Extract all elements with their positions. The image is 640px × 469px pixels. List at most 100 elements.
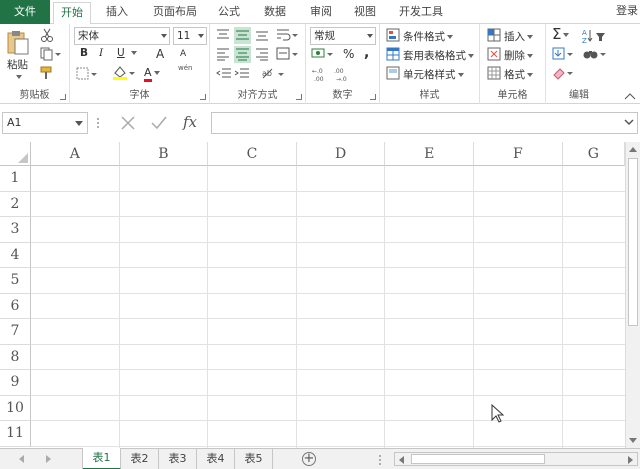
tab-page-layout[interactable]: 页面布局: [146, 0, 204, 24]
paste-icon[interactable]: [6, 30, 30, 56]
font-size-select[interactable]: 11: [173, 27, 207, 45]
sheet-tab-1[interactable]: 表1: [83, 448, 121, 469]
border-icon[interactable]: [76, 67, 98, 81]
tab-home[interactable]: 开始: [53, 2, 91, 25]
comma-button[interactable]: ,: [364, 45, 369, 61]
insert-cells-button[interactable]: 插入: [504, 29, 533, 44]
italic-button[interactable]: I: [99, 47, 103, 59]
grow-font-button[interactable]: A: [156, 47, 164, 61]
align-left-icon[interactable]: [216, 47, 230, 61]
row-header-2[interactable]: 2: [0, 191, 31, 217]
row-header-6[interactable]: 6: [0, 293, 31, 319]
row-header-1[interactable]: 1: [0, 166, 31, 192]
column-header-b[interactable]: B: [119, 142, 209, 166]
row-header-8[interactable]: 8: [0, 344, 31, 370]
clear-icon[interactable]: [552, 66, 574, 80]
font-launcher-icon[interactable]: [200, 94, 206, 100]
scroll-right-icon[interactable]: [628, 456, 634, 464]
clipboard-launcher-icon[interactable]: [60, 94, 66, 100]
conditional-format-icon[interactable]: [386, 28, 400, 42]
enter-icon[interactable]: [150, 115, 168, 131]
find-select-icon[interactable]: [582, 47, 606, 61]
cell-styles-icon[interactable]: [386, 66, 400, 80]
cancel-icon[interactable]: [120, 115, 136, 131]
cut-icon[interactable]: [40, 28, 54, 42]
column-header-d[interactable]: D: [296, 142, 386, 166]
tab-splitter-icon[interactable]: [378, 455, 382, 465]
format-painter-icon[interactable]: [40, 66, 54, 80]
name-box[interactable]: A1: [2, 112, 88, 134]
scroll-up-icon[interactable]: [629, 146, 637, 152]
paste-dropdown-icon[interactable]: [14, 71, 22, 83]
tab-insert[interactable]: 插入: [98, 0, 136, 24]
sheet-tab-2[interactable]: 表2: [121, 449, 159, 469]
format-cells-button[interactable]: 格式: [504, 67, 533, 82]
sheet-tab-4[interactable]: 表4: [197, 449, 235, 469]
login-link[interactable]: 登录: [616, 0, 640, 24]
column-header-f[interactable]: F: [474, 142, 563, 166]
delete-cells-button[interactable]: 删除: [504, 48, 533, 63]
align-top-icon[interactable]: [216, 28, 230, 42]
underline-button[interactable]: U: [117, 47, 125, 59]
orientation-icon[interactable]: ab: [260, 66, 284, 82]
column-header-g[interactable]: G: [562, 142, 625, 166]
font-name-select[interactable]: 宋体: [74, 27, 170, 45]
collapse-ribbon-icon[interactable]: [624, 92, 636, 100]
decrease-decimal-icon[interactable]: .00→.0: [334, 66, 352, 82]
sheet-tab-5[interactable]: 表5: [235, 449, 273, 469]
splitter-icon[interactable]: [96, 117, 100, 129]
tab-formulas[interactable]: 公式: [210, 0, 248, 24]
bold-button[interactable]: B: [80, 47, 88, 59]
align-middle-button[interactable]: [234, 27, 251, 44]
expand-formula-icon[interactable]: [624, 119, 634, 127]
tab-review[interactable]: 审阅: [302, 0, 340, 24]
cell-styles-button[interactable]: 单元格样式: [403, 67, 464, 82]
table-format-button[interactable]: 套用表格格式: [403, 48, 474, 63]
font-color-button[interactable]: A: [144, 66, 160, 82]
currency-icon[interactable]: [311, 47, 333, 61]
underline-dropdown-icon[interactable]: [129, 47, 137, 59]
tab-view[interactable]: 视图: [346, 0, 384, 24]
row-header-4[interactable]: 4: [0, 242, 31, 268]
number-launcher-icon[interactable]: [370, 94, 376, 100]
shrink-font-button[interactable]: A: [180, 49, 186, 59]
merge-center-icon[interactable]: [276, 47, 298, 61]
phonetic-button[interactable]: wén: [178, 64, 192, 72]
prev-sheet-icon[interactable]: [18, 455, 24, 463]
vertical-scroll-thumb[interactable]: [628, 158, 638, 326]
select-all-corner[interactable]: [0, 142, 31, 166]
tab-data[interactable]: 数据: [256, 0, 294, 24]
insert-function-button[interactable]: fx: [183, 113, 197, 131]
align-right-icon[interactable]: [255, 47, 269, 61]
horizontal-scrollbar[interactable]: [394, 452, 638, 466]
horizontal-scroll-thumb[interactable]: [411, 454, 545, 464]
add-sheet-button[interactable]: +: [302, 452, 316, 466]
percent-button[interactable]: %: [343, 47, 354, 61]
fill-color-icon[interactable]: [112, 65, 136, 81]
row-header-9[interactable]: 9: [0, 370, 31, 396]
wrap-text-icon[interactable]: [276, 28, 298, 42]
align-center-button[interactable]: [234, 46, 251, 63]
row-header-11[interactable]: 11: [0, 421, 31, 447]
vertical-scrollbar[interactable]: [625, 142, 640, 448]
cell-grid[interactable]: [31, 166, 625, 448]
copy-icon[interactable]: [40, 47, 62, 61]
row-header-7[interactable]: 7: [0, 319, 31, 345]
paste-button[interactable]: 粘贴: [7, 57, 28, 72]
autosum-button[interactable]: Σ: [552, 25, 570, 43]
next-sheet-icon[interactable]: [46, 455, 52, 463]
increase-indent-icon[interactable]: [234, 67, 250, 81]
table-format-icon[interactable]: [386, 47, 400, 61]
column-header-e[interactable]: E: [385, 142, 474, 166]
tab-developer[interactable]: 开发工具: [392, 0, 450, 24]
align-bottom-icon[interactable]: [255, 28, 269, 42]
scroll-left-icon[interactable]: [398, 456, 404, 464]
increase-decimal-icon[interactable]: ←.0.00: [312, 66, 330, 82]
insert-cells-icon[interactable]: [487, 28, 501, 42]
fill-icon[interactable]: [552, 47, 574, 61]
sort-filter-icon[interactable]: AZ: [582, 28, 608, 44]
row-header-3[interactable]: 3: [0, 217, 31, 243]
row-header-5[interactable]: 5: [0, 268, 31, 294]
delete-cells-icon[interactable]: [487, 47, 501, 61]
tab-file[interactable]: 文件: [0, 0, 50, 24]
